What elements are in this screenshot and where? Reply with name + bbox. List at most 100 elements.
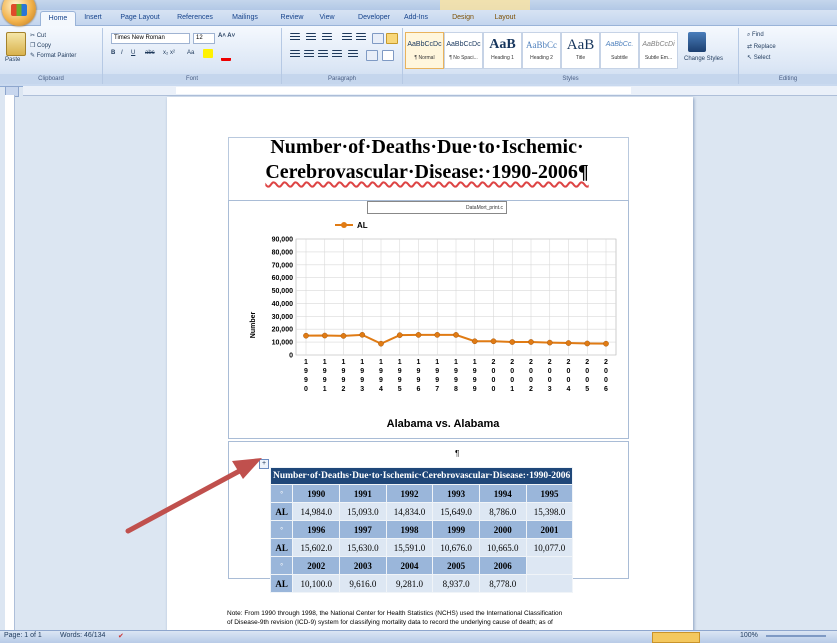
year-cell[interactable]: 1996 — [292, 520, 341, 539]
tab-layout[interactable]: Layout — [490, 11, 520, 25]
proofing-icon[interactable]: ✔ — [118, 632, 124, 640]
select-button[interactable]: ↖ Select — [747, 54, 770, 61]
zoom-level[interactable]: 100% — [740, 632, 758, 639]
year-cell[interactable]: 2004 — [385, 556, 434, 575]
year-cell[interactable]: 2002 — [292, 556, 341, 575]
change-case-button[interactable]: Aa — [187, 50, 194, 56]
find-button[interactable]: ⌕ Find — [747, 32, 764, 39]
copy-button[interactable]: ❐ Copy — [30, 42, 51, 49]
year-cell[interactable]: 2000 — [478, 520, 527, 539]
multilevel-list-icon[interactable] — [322, 33, 332, 42]
borders-icon[interactable] — [382, 50, 394, 61]
year-cell[interactable]: 1997 — [339, 520, 387, 539]
align-left-icon[interactable] — [290, 50, 300, 59]
font-name-select[interactable]: Times New Roman — [111, 33, 190, 44]
font-color-icon[interactable] — [221, 49, 231, 61]
zoom-slider[interactable] — [766, 635, 826, 637]
bold-button[interactable]: B — [111, 50, 115, 56]
format-painter-button[interactable]: ✎ Format Painter — [30, 52, 76, 59]
year-cell[interactable]: 1991 — [339, 484, 387, 503]
year-cell[interactable]: 1994 — [478, 484, 527, 503]
underline-button[interactable]: U — [131, 50, 135, 56]
year-cell[interactable]: 1990 — [292, 484, 341, 503]
cut-button[interactable]: ✂ Cut — [30, 32, 46, 39]
corner-cell[interactable]: ° — [269, 556, 294, 575]
value-cell[interactable]: 8,937.0 — [432, 574, 480, 593]
view-buttons[interactable] — [652, 632, 700, 643]
year-cell[interactable]: 2001 — [525, 520, 574, 539]
corner-cell[interactable]: ° — [269, 484, 294, 503]
value-cell[interactable]: 15,398.0 — [525, 502, 574, 521]
numbering-icon[interactable] — [306, 33, 316, 42]
style-heading-1[interactable]: AaB Heading 1 — [483, 32, 522, 69]
value-cell[interactable]: 10,100.0 — [292, 574, 341, 593]
state-cell[interactable]: AL — [269, 574, 294, 593]
page-count[interactable]: Page: 1 of 1 — [4, 632, 42, 639]
style-normal[interactable]: AaBbCcDc ¶ Normal — [405, 32, 444, 69]
tab-insert[interactable]: Insert — [80, 11, 106, 25]
tab-mailings[interactable]: Mailings — [228, 11, 262, 25]
style-subtle-emphasis[interactable]: AaBbCcDi Subtle Em... — [639, 32, 678, 69]
style-subtitle[interactable]: AaBbCc. Subtitle — [600, 32, 639, 69]
paste-button[interactable]: Paste — [5, 57, 20, 63]
value-cell[interactable]: 10,077.0 — [525, 538, 574, 557]
subscript-button[interactable]: x₂ x² — [163, 50, 175, 56]
year-cell[interactable] — [525, 556, 574, 575]
align-right-icon[interactable] — [318, 50, 328, 59]
decrease-indent-icon[interactable] — [342, 33, 352, 42]
word-count[interactable]: Words: 46/134 — [60, 632, 105, 639]
style-no-spacing[interactable]: AaBbCcDc ¶ No Spaci... — [444, 32, 483, 69]
increase-indent-icon[interactable] — [356, 33, 366, 42]
year-cell[interactable]: 1999 — [432, 520, 480, 539]
corner-cell[interactable]: ° — [269, 520, 294, 539]
value-cell[interactable] — [525, 574, 574, 593]
replace-button[interactable]: ⇄ Replace — [747, 43, 776, 50]
tab-page-layout[interactable]: Page Layout — [118, 11, 162, 25]
vertical-ruler[interactable] — [5, 95, 15, 630]
justify-icon[interactable] — [332, 50, 342, 59]
sort-icon[interactable] — [372, 33, 384, 44]
change-styles-icon[interactable] — [688, 32, 706, 52]
tab-view[interactable]: View — [316, 11, 338, 25]
year-cell[interactable]: 1998 — [385, 520, 434, 539]
shading-icon[interactable] — [366, 50, 378, 61]
bullets-icon[interactable] — [290, 33, 300, 42]
tab-review[interactable]: Review — [278, 11, 306, 25]
tab-references[interactable]: References — [172, 11, 218, 25]
value-cell[interactable]: 14,984.0 — [292, 502, 341, 521]
italic-button[interactable]: I — [121, 50, 123, 56]
tab-design[interactable]: Design — [448, 11, 478, 25]
year-cell[interactable]: 1993 — [432, 484, 480, 503]
horizontal-ruler[interactable] — [23, 86, 837, 96]
state-cell[interactable]: AL — [269, 502, 294, 521]
value-cell[interactable]: 14,834.0 — [385, 502, 434, 521]
paste-icon[interactable] — [6, 32, 26, 56]
year-cell[interactable]: 2005 — [432, 556, 480, 575]
value-cell[interactable]: 15,093.0 — [339, 502, 387, 521]
state-cell[interactable]: AL — [269, 538, 294, 557]
font-size-select[interactable]: 12 — [193, 33, 215, 44]
grow-font-button[interactable]: A˄ A˅ — [218, 33, 235, 39]
document-title[interactable]: Number·of·Deaths·Due·to·Ischemic· Cerebr… — [227, 135, 627, 185]
value-cell[interactable]: 15,630.0 — [339, 538, 387, 557]
strikethrough-button[interactable]: abc — [145, 50, 155, 56]
year-cell[interactable]: 2003 — [339, 556, 387, 575]
value-cell[interactable]: 10,665.0 — [478, 538, 527, 557]
tab-add-ins[interactable]: Add-Ins — [400, 11, 432, 25]
value-cell[interactable]: 9,616.0 — [339, 574, 387, 593]
change-styles-button[interactable]: Change Styles — [684, 56, 723, 62]
value-cell[interactable]: 8,786.0 — [478, 502, 527, 521]
tab-home[interactable]: Home — [40, 11, 76, 26]
value-cell[interactable]: 9,281.0 — [385, 574, 434, 593]
table-move-handle-icon[interactable]: + — [259, 459, 269, 469]
note-text[interactable]: Note: From 1990 through 1998, the Nation… — [227, 609, 657, 627]
value-cell[interactable]: 10,676.0 — [432, 538, 480, 557]
year-cell[interactable]: 1995 — [525, 484, 574, 503]
style-heading-2[interactable]: AaBbCc Heading 2 — [522, 32, 561, 69]
show-formatting-icon[interactable] — [386, 33, 398, 44]
line-spacing-icon[interactable] — [348, 50, 358, 59]
value-cell[interactable]: 15,602.0 — [292, 538, 341, 557]
align-center-icon[interactable] — [304, 50, 314, 59]
style-title[interactable]: AaB Title — [561, 32, 600, 69]
document-page[interactable]: Number·of·Deaths·Due·to·Ischemic· Cerebr… — [167, 97, 693, 637]
